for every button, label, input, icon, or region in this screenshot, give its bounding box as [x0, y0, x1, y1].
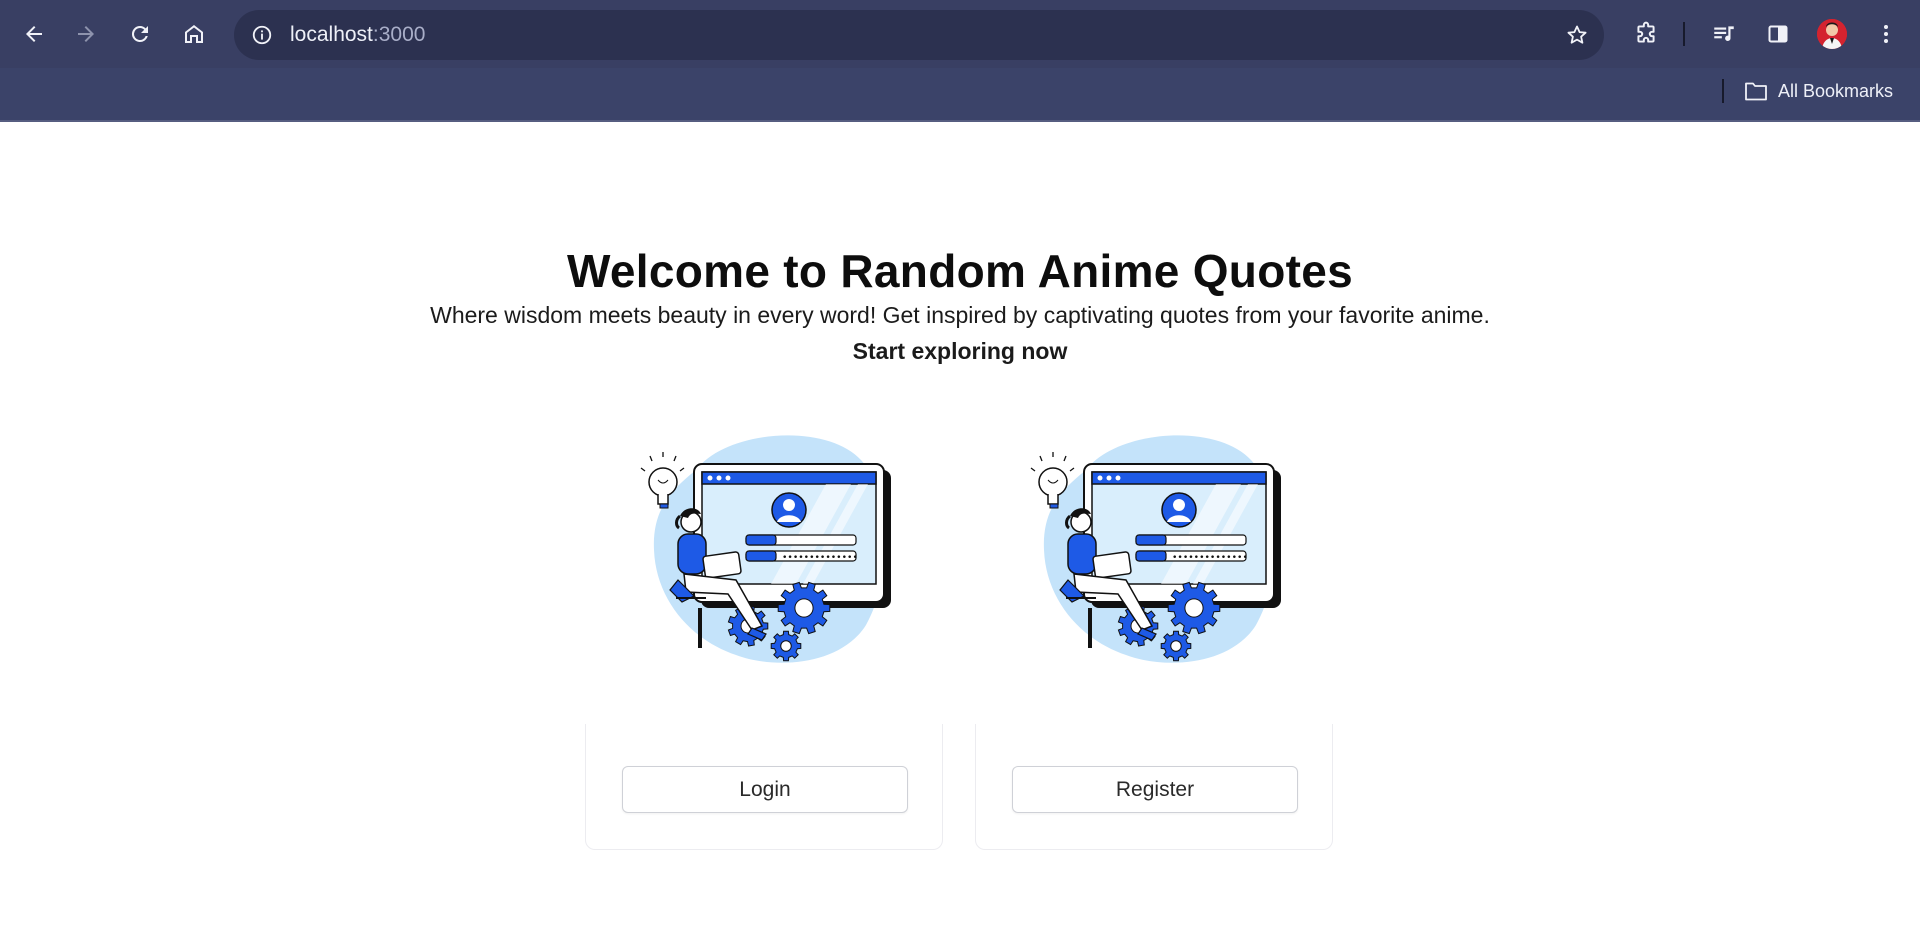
profile-avatar [1817, 19, 1847, 49]
url-host: localhost [290, 23, 373, 46]
profile-button[interactable] [1812, 14, 1852, 54]
toolbar-separator [1683, 22, 1685, 46]
star-icon [1567, 25, 1587, 44]
site-info-button[interactable] [246, 19, 278, 51]
all-bookmarks-label: All Bookmarks [1778, 80, 1894, 101]
register-button[interactable]: Register [1012, 766, 1298, 813]
start-exploring-text: Start exploring now [852, 338, 1068, 364]
address-bar[interactable]: localhost:3000 [234, 10, 1604, 60]
back-button[interactable] [14, 14, 54, 54]
extensions-icon [1637, 21, 1655, 43]
extensions-button[interactable] [1626, 14, 1666, 54]
bookmarks-separator [1722, 79, 1724, 103]
home-icon [185, 25, 203, 43]
side-panel-button[interactable] [1758, 14, 1798, 54]
page-title: Welcome to Random Anime Quotes [567, 245, 1353, 297]
home-button[interactable] [174, 14, 214, 54]
media-control-button[interactable] [1704, 14, 1744, 54]
media-control-icon [1714, 26, 1734, 42]
register-illustration: •••••••••••••• [1030, 435, 1281, 663]
reload-icon [131, 25, 148, 42]
page-subtitle: Where wisdom meets beauty in every word!… [430, 302, 1490, 328]
browser-chrome: localhost:3000 All Bookmarks [0, 0, 1920, 122]
forward-arrow-icon [78, 26, 94, 42]
folder-icon [1745, 82, 1767, 101]
side-panel-icon [1768, 25, 1788, 43]
url-port: :3000 [372, 23, 426, 46]
url-text: localhost:3000 [290, 23, 425, 47]
bookmark-star-button[interactable] [1562, 20, 1592, 50]
all-bookmarks-button[interactable]: All Bookmarks [1744, 76, 1893, 106]
svg-text:••••••••••••••: •••••••••••••• [1172, 553, 1248, 563]
login-button[interactable]: Login [622, 766, 908, 813]
site-info-icon [252, 25, 272, 45]
login-illustration: •••••••••••••• [640, 435, 891, 663]
forward-button[interactable] [66, 14, 106, 54]
more-menu-icon [1884, 25, 1888, 43]
svg-text:••••••••••••••: •••••••••••••• [782, 553, 858, 563]
reload-button[interactable] [120, 14, 160, 54]
back-arrow-icon [26, 26, 42, 42]
more-menu-button[interactable] [1866, 14, 1906, 54]
